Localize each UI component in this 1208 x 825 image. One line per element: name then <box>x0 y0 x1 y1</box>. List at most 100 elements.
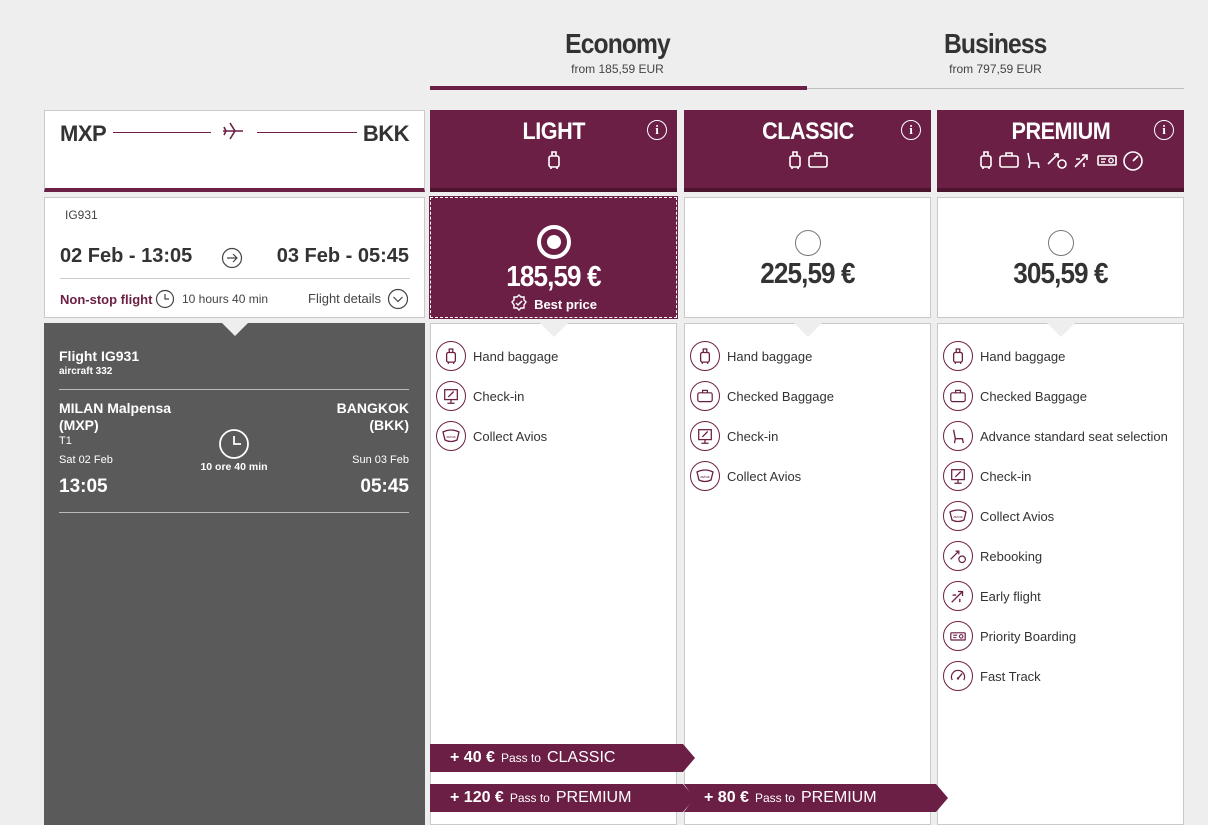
clock-icon <box>155 289 175 314</box>
fare-icons-premium <box>937 150 1184 177</box>
details-terminal: T1 <box>59 435 72 447</box>
checked-baggage-icon <box>943 381 973 411</box>
upgrade-amount: + 80 € <box>704 789 749 806</box>
tab-business[interactable]: Business from 797,59 EUR <box>898 28 1093 76</box>
checked-baggage-icon <box>690 381 720 411</box>
upgrade-light-to-classic[interactable]: + 40 € Pass to CLASSIC <box>430 744 695 772</box>
hand-baggage-icon <box>978 150 994 177</box>
seat-icon <box>1024 150 1042 177</box>
avios-icon: avios <box>690 461 720 491</box>
chevron-down-icon[interactable] <box>387 288 409 315</box>
rebooking-icon <box>1046 150 1068 177</box>
tab-economy[interactable]: Economy from 185,59 EUR <box>520 28 715 76</box>
features-classic: Hand baggage Checked Baggage Check-in av… <box>684 323 931 825</box>
feature-label: Collect Avios <box>727 468 802 484</box>
upgrade-pass-label: Pass to <box>754 791 795 805</box>
details-duration: 10 ore 40 min <box>200 461 268 473</box>
priority-boarding-icon <box>943 621 973 651</box>
feature-label: Checked Baggage <box>727 388 834 404</box>
list-item: Checked Baggage <box>690 376 834 416</box>
upgrade-pass-label: Pass to <box>500 751 541 765</box>
arrival-datetime: 03 Feb - 05:45 <box>276 245 409 267</box>
details-dest-code: (BKK) <box>369 417 409 433</box>
fare-title-light: LIGHT <box>522 118 585 145</box>
tab-business-price: from 797,59 EUR <box>949 62 1042 76</box>
badge-check-icon <box>510 294 528 315</box>
fare-option-light[interactable]: 185,59 € Best price <box>429 196 678 319</box>
tab-divider <box>807 88 1184 89</box>
upgrade-target: PREMIUM <box>800 789 877 806</box>
info-icon[interactable]: i <box>1154 120 1174 140</box>
feature-label: Check-in <box>980 468 1032 484</box>
upgrade-target: CLASSIC <box>546 749 616 766</box>
column-notch <box>540 323 568 337</box>
list-item: Checked Baggage <box>943 376 1168 416</box>
feature-label: Hand baggage <box>473 348 559 364</box>
radio-unselected[interactable] <box>1047 230 1074 256</box>
info-icon[interactable]: i <box>901 120 921 140</box>
hand-baggage-icon <box>690 341 720 371</box>
list-item: Advance standard seat selection <box>943 416 1168 456</box>
rebooking-icon <box>943 541 973 571</box>
check-in-icon <box>943 461 973 491</box>
flight-details-link[interactable]: Flight details <box>308 291 381 306</box>
upgrade-amount: + 120 € <box>450 789 504 806</box>
info-icon[interactable]: i <box>647 120 667 140</box>
departure-datetime: 02 Feb - 13:05 <box>60 245 193 267</box>
fare-header-premium: PREMIUM i <box>937 110 1184 192</box>
route-header: MXP BKK <box>44 110 425 192</box>
feature-list: Hand baggage Checked Baggage Advance sta… <box>943 336 1168 696</box>
radio-selected[interactable] <box>536 225 571 259</box>
details-arr-time: 05:45 <box>360 476 409 497</box>
feature-label: Advance standard seat selection <box>980 428 1168 444</box>
feature-label: Rebooking <box>980 548 1043 564</box>
divider <box>59 389 409 390</box>
fare-price-classic: 225,59 € <box>760 258 855 290</box>
feature-label: Check-in <box>473 388 525 404</box>
divider <box>60 278 410 279</box>
svg-text:avios: avios <box>953 514 962 519</box>
priority-boarding-icon <box>1096 150 1118 177</box>
early-flight-icon <box>943 581 973 611</box>
feature-list: Hand baggage Check-in avios Collect Avio… <box>436 336 558 456</box>
list-item: avios Collect Avios <box>943 496 1168 536</box>
nonstop-label: Non-stop flight <box>60 292 153 307</box>
upgrade-amount: + 40 € <box>450 749 495 766</box>
duration-label: 10 hours 40 min <box>182 292 269 306</box>
avios-icon: avios <box>436 421 466 451</box>
list-item: avios Collect Avios <box>436 416 558 456</box>
feature-label: Priority Boarding <box>980 628 1077 644</box>
feature-label: Check-in <box>727 428 779 444</box>
best-price-label: Best price <box>534 297 597 312</box>
feature-label: Collect Avios <box>473 428 548 444</box>
upgrade-pass-label: Pass to <box>509 791 550 805</box>
feature-label: Hand baggage <box>980 348 1066 364</box>
upgrade-classic-to-premium[interactable]: + 80 € Pass to PREMIUM <box>684 784 948 812</box>
plane-icon <box>221 119 245 148</box>
feature-label: Hand baggage <box>727 348 813 364</box>
route-line-left <box>113 132 211 133</box>
feature-label: Checked Baggage <box>980 388 1087 404</box>
upgrade-light-to-premium[interactable]: + 120 € Pass to PREMIUM <box>430 784 695 812</box>
column-notch <box>1047 323 1075 337</box>
column-notch <box>794 323 822 337</box>
fast-track-icon <box>1122 150 1144 177</box>
feature-list: Hand baggage Checked Baggage Check-in av… <box>690 336 834 496</box>
details-dep-date: Sat 02 Feb <box>59 454 113 466</box>
list-item: Hand baggage <box>943 336 1168 376</box>
arrow-right-icon <box>221 247 243 274</box>
hand-baggage-icon <box>943 341 973 371</box>
fare-price-light: 185,59 € <box>506 261 601 293</box>
list-item: Hand baggage <box>436 336 558 376</box>
radio-unselected[interactable] <box>794 230 821 256</box>
details-dep-time: 13:05 <box>59 476 108 497</box>
details-dest-city: BANGKOK <box>336 400 409 416</box>
origin-code: MXP <box>60 121 107 146</box>
list-item: Early flight <box>943 576 1168 616</box>
fare-option-premium[interactable]: 305,59 € <box>937 197 1184 318</box>
details-origin-city: MILAN Malpensa <box>59 400 172 416</box>
hand-baggage-icon <box>546 150 562 175</box>
flight-summary: IG931 02 Feb - 13:05 03 Feb - 05:45 Non-… <box>44 197 425 318</box>
fare-option-classic[interactable]: 225,59 € <box>684 197 931 318</box>
destination-code: BKK <box>362 121 410 146</box>
